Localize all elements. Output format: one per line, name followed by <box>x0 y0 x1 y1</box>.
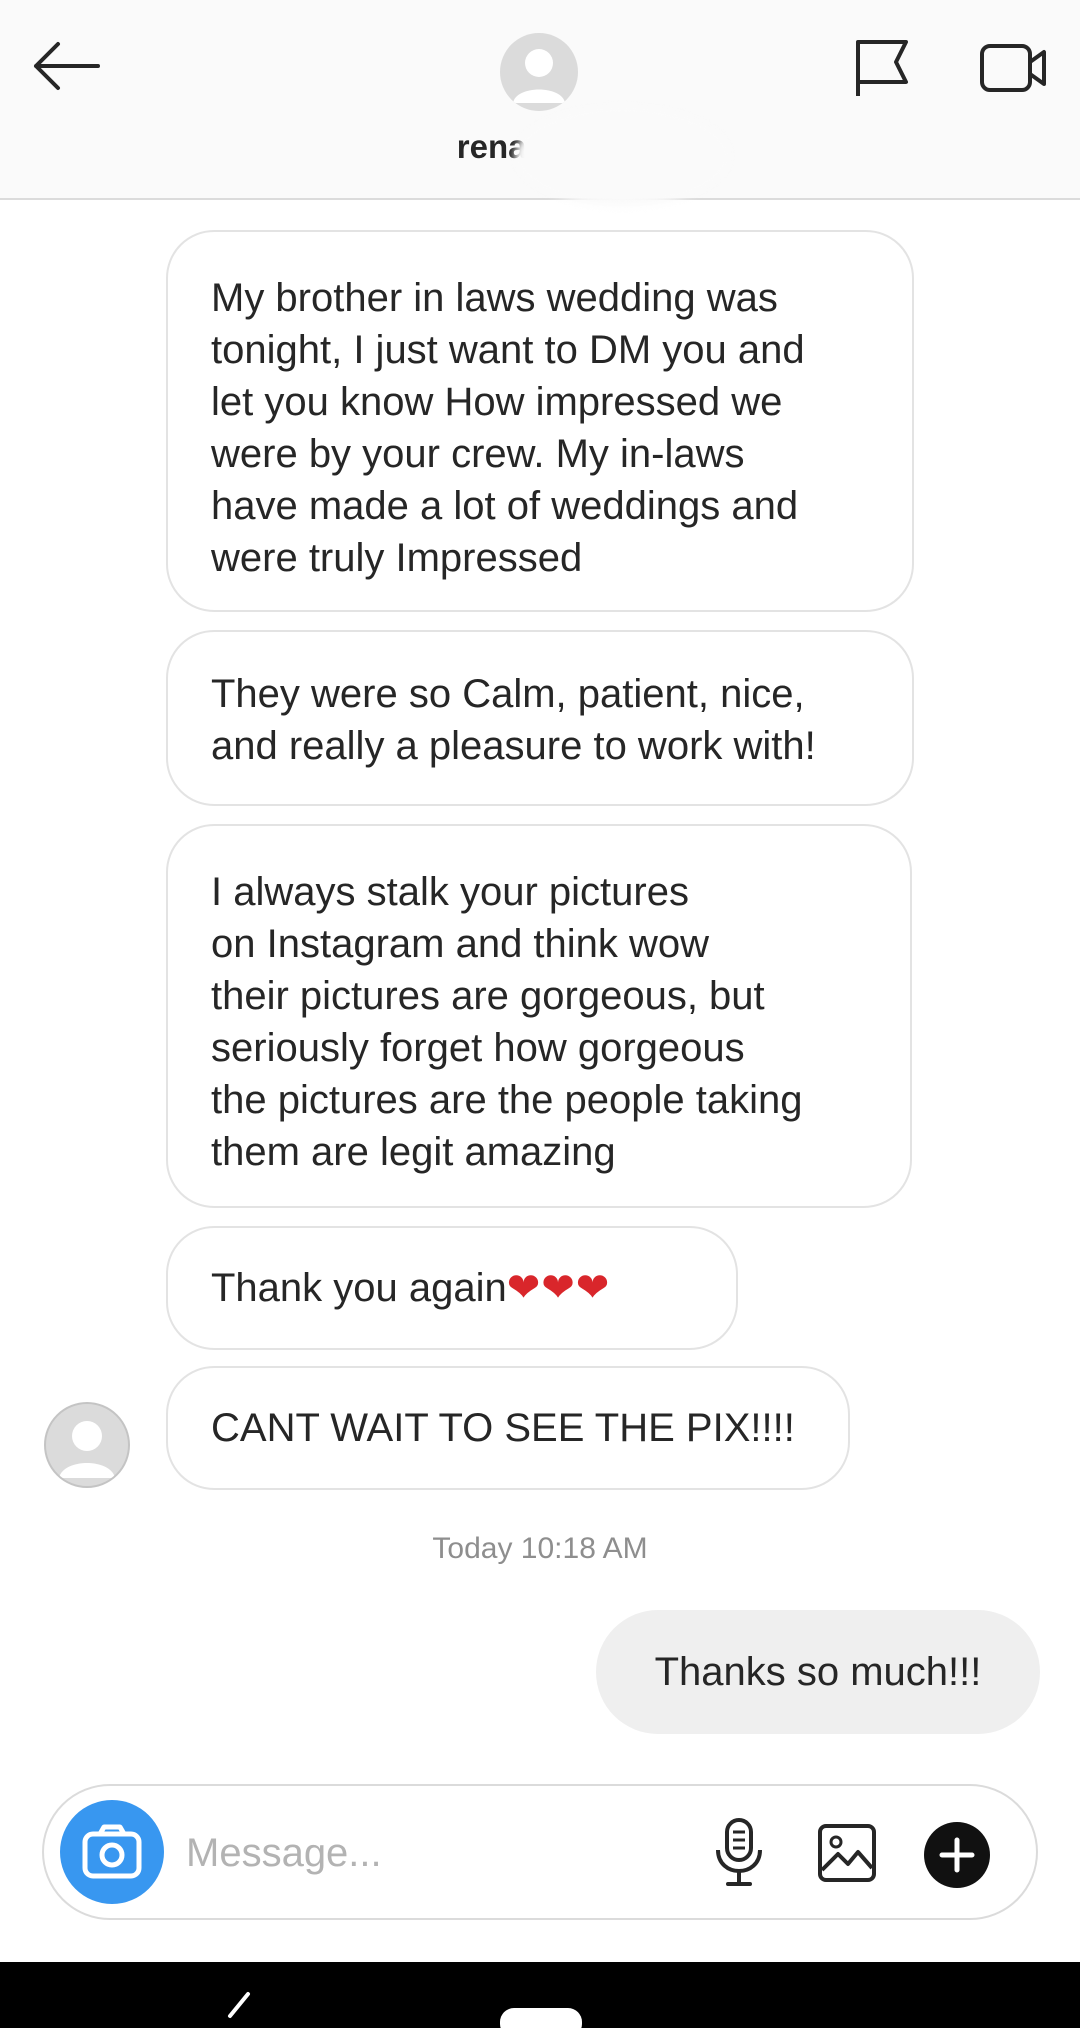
message-line: Thank you again❤❤❤ <box>211 1262 696 1314</box>
message-line: My brother in laws wedding was <box>211 276 778 320</box>
message-line: them are legit amazing <box>211 1130 616 1174</box>
message-bubble[interactable]: They were so Calm, patient, nice, and re… <box>166 630 914 806</box>
message-line: the pictures are the people taking <box>211 1078 803 1122</box>
gallery-button[interactable] <box>816 1822 878 1884</box>
message-line: their pictures are gorgeous, but <box>211 974 765 1018</box>
plus-icon <box>939 1837 975 1873</box>
message-composer <box>42 1784 1038 1920</box>
default-avatar-icon <box>513 49 565 103</box>
video-call-icon <box>980 44 1046 92</box>
message-input[interactable] <box>184 1816 718 1890</box>
microphone-icon <box>716 1818 762 1886</box>
heart-emoji-icon: ❤❤❤ <box>506 1266 611 1310</box>
message-text: Thanks so much!!! <box>654 1650 982 1694</box>
message-line: seriously forget how gorgeous <box>211 1026 745 1070</box>
redaction-smudge <box>515 106 730 206</box>
message-line: on Instagram and think wow <box>211 922 710 966</box>
back-button[interactable] <box>28 36 104 96</box>
message-line: were truly Impressed <box>211 536 583 580</box>
more-options-button[interactable] <box>924 1822 990 1888</box>
message-line: I always stalk your pictures <box>211 870 689 914</box>
camera-button[interactable] <box>60 1800 164 1904</box>
system-back-icon[interactable] <box>220 1990 256 2028</box>
message-line: and really a pleasure to work with! <box>211 724 816 768</box>
image-gallery-icon <box>818 1824 876 1882</box>
system-navigation-bar <box>0 1962 1080 2038</box>
message-bubble[interactable]: My brother in laws wedding was tonight, … <box>166 230 914 612</box>
sender-avatar[interactable] <box>44 1402 130 1488</box>
arrow-left-icon <box>34 42 100 90</box>
outgoing-message-bubble[interactable]: Thanks so much!!! <box>596 1610 1040 1734</box>
default-avatar-icon <box>59 1421 115 1478</box>
message-line: tonight, I just want to DM you and <box>211 328 805 372</box>
message-bubble[interactable]: Thank you again❤❤❤ <box>166 1226 738 1350</box>
message-timestamp: Today 10:18 AM <box>432 1532 648 1565</box>
report-button[interactable] <box>852 36 914 98</box>
header-avatar[interactable] <box>500 33 578 111</box>
message-line: let you know How impressed we <box>211 380 783 424</box>
message-line: They were so Calm, patient, nice, <box>211 672 805 716</box>
system-home-button[interactable] <box>500 2008 582 2038</box>
message-line: CANT WAIT TO SEE THE PIX!!!! <box>211 1406 795 1450</box>
message-line: have made a lot of weddings and <box>211 484 799 528</box>
voice-message-button[interactable] <box>712 1816 766 1888</box>
flag-icon <box>856 40 908 96</box>
camera-icon <box>82 1824 142 1879</box>
video-call-button[interactable] <box>978 38 1050 98</box>
message-text: Thank you again <box>211 1266 507 1310</box>
message-bubble[interactable]: CANT WAIT TO SEE THE PIX!!!! <box>166 1366 850 1490</box>
message-line: were by your crew. My in-laws <box>211 432 745 476</box>
message-bubble[interactable]: I always stalk your pictures on Instagra… <box>166 824 912 1208</box>
chat-header: rena_v <box>0 0 1080 206</box>
